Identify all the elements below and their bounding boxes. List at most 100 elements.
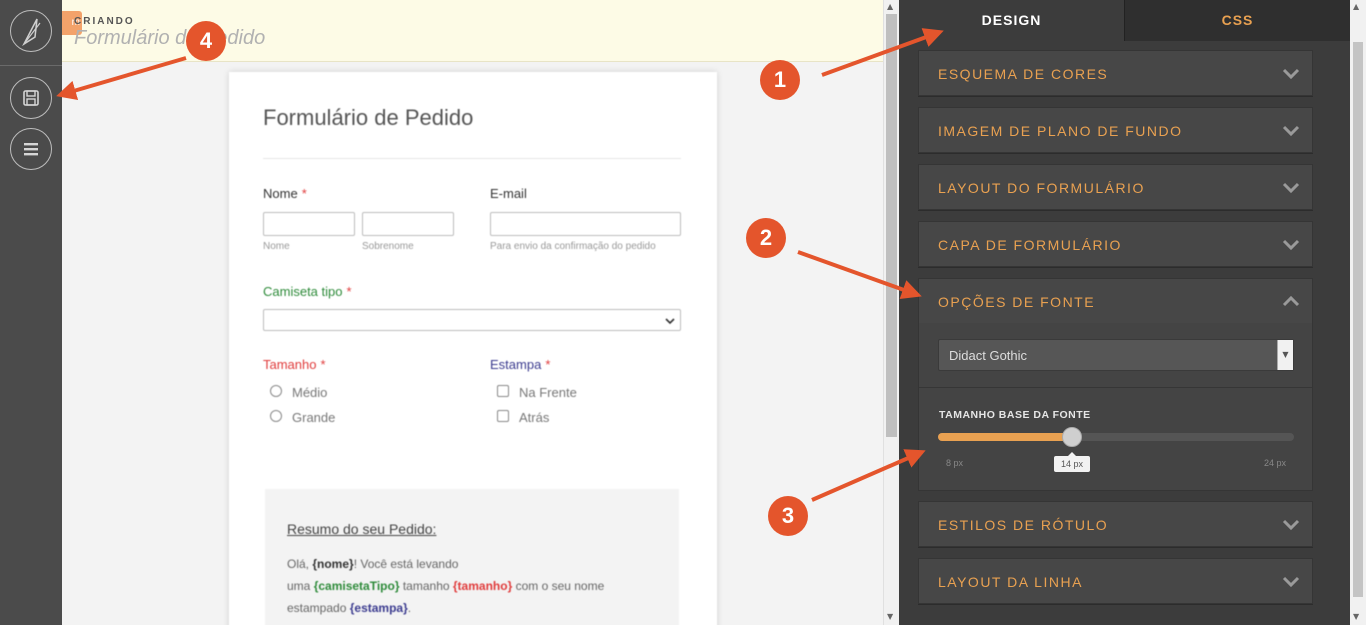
size-label-text: Tamanho xyxy=(263,357,317,372)
chevron-down-icon xyxy=(1282,182,1300,194)
menu-button[interactable] xyxy=(10,128,52,170)
print-label-text: Estampa xyxy=(490,357,542,372)
font-size-slider[interactable] xyxy=(938,427,1294,447)
section-font-options[interactable]: OPÇÕES DE FONTE xyxy=(918,278,1313,324)
summary-text: uma xyxy=(287,579,314,593)
panel-scrollbar-thumb[interactable] xyxy=(1353,42,1363,597)
section-line-layout[interactable]: LAYOUT DA LINHA xyxy=(918,558,1313,604)
summary-line-2: uma {camisetaTipo} tamanho {tamanho} com… xyxy=(287,579,604,593)
designer-panel: DESIGN CSS ESQUEMA DE CORES IMAGEM DE PL… xyxy=(899,0,1350,625)
font-size-label: TAMANHO BASE DA FONTE xyxy=(939,409,1091,421)
summary-token-shirt: {camisetaTipo} xyxy=(313,579,400,593)
shirt-type-label-text: Camiseta tipo xyxy=(263,284,343,299)
scroll-up-icon[interactable]: ▲ xyxy=(887,2,893,11)
email-label: E-mail xyxy=(490,186,527,201)
form-title-divider xyxy=(263,158,681,159)
section-label: LAYOUT DA LINHA xyxy=(938,574,1083,590)
size-option-medium: Médio xyxy=(292,385,328,400)
last-name-input[interactable] xyxy=(362,212,454,236)
size-radio-large[interactable] xyxy=(270,410,282,422)
left-toolbar xyxy=(0,0,62,625)
section-label: IMAGEM DE PLANO DE FUNDO xyxy=(938,123,1183,139)
section-color-scheme[interactable]: ESQUEMA DE CORES xyxy=(918,50,1313,96)
order-summary-box: Resumo do seu Pedido: Olá, {nome}! Você … xyxy=(265,489,679,625)
section-form-layout[interactable]: LAYOUT DO FORMULÁRIO xyxy=(918,164,1313,210)
header-status-label: CRIANDO xyxy=(74,16,135,27)
section-form-cover[interactable]: CAPA DE FORMULÁRIO xyxy=(918,221,1313,267)
chevron-down-icon xyxy=(1282,576,1300,588)
chevron-down-icon xyxy=(1282,125,1300,137)
summary-text: tamanho xyxy=(399,579,453,593)
select-arrow-icon[interactable]: ▼ xyxy=(1277,340,1293,370)
panel-scrollbar[interactable]: ▲ ▼ xyxy=(1350,0,1366,625)
section-label: OPÇÕES DE FONTE xyxy=(938,294,1096,310)
name-label: Nome * xyxy=(263,186,307,201)
annotation-badge-3: 3 xyxy=(768,496,808,536)
chevron-down-icon xyxy=(1282,519,1300,531)
save-button[interactable] xyxy=(10,77,52,119)
summary-text: estampado xyxy=(287,601,350,615)
form-title[interactable]: Formulário de Pedido xyxy=(263,105,473,131)
summary-token-size: {tamanho} xyxy=(452,579,513,593)
size-option-large: Grande xyxy=(292,410,336,425)
toolbar-divider xyxy=(0,65,62,66)
section-label: LAYOUT DO FORMULÁRIO xyxy=(938,180,1145,196)
tab-design[interactable]: DESIGN xyxy=(899,0,1124,41)
preview-scrollbar[interactable]: ▲ ▼ xyxy=(883,0,899,625)
first-name-input[interactable] xyxy=(263,212,355,236)
chevron-down-icon xyxy=(1282,68,1300,80)
pencil-logo-icon xyxy=(22,18,41,47)
shirt-type-select[interactable] xyxy=(263,309,681,331)
section-background-image[interactable]: IMAGEM DE PLANO DE FUNDO xyxy=(918,107,1313,153)
scroll-down-icon[interactable]: ▼ xyxy=(1353,612,1359,621)
section-label: CAPA DE FORMULÁRIO xyxy=(938,237,1122,253)
summary-text: ! Você está levando xyxy=(353,557,459,571)
font-options-body: Didact Gothic ▼ TAMANHO BASE DA FONTE 8 … xyxy=(918,323,1313,491)
summary-token-name: {nome} xyxy=(312,557,354,571)
section-label-styles[interactable]: ESTILOS DE RÓTULO xyxy=(918,501,1313,547)
section-label: ESTILOS DE RÓTULO xyxy=(938,517,1109,533)
app-logo xyxy=(10,10,52,52)
first-name-sublabel: Nome xyxy=(263,241,290,252)
summary-line-1: Olá, {nome}! Você está levando xyxy=(287,557,458,571)
shirt-type-label: Camiseta tipo * xyxy=(263,284,352,299)
scroll-up-icon[interactable]: ▲ xyxy=(1353,2,1359,11)
summary-line-3: estampado {estampa}. xyxy=(287,601,411,615)
font-family-select[interactable]: Didact Gothic ▼ xyxy=(938,339,1294,371)
size-radio-medium[interactable] xyxy=(270,385,282,397)
print-option-back: Atrás xyxy=(519,410,550,425)
print-checkbox-back[interactable] xyxy=(497,410,509,422)
font-size-tooltip: 14 px xyxy=(1054,452,1090,472)
chevron-down-icon xyxy=(1282,239,1300,251)
summary-text: . xyxy=(407,601,412,615)
preview-scrollbar-thumb[interactable] xyxy=(886,14,897,437)
annotation-badge-2: 2 xyxy=(746,218,786,258)
font-size-max-label: 24 px xyxy=(1264,458,1287,468)
summary-token-print: {estampa} xyxy=(349,601,408,615)
scroll-down-icon[interactable]: ▼ xyxy=(887,612,893,621)
size-label: Tamanho * xyxy=(263,357,326,372)
form-card: Formulário de Pedido Nome * Nome Sobrenom… xyxy=(229,72,717,625)
summary-title: Resumo do seu Pedido: xyxy=(287,521,437,537)
annotation-badge-1: 1 xyxy=(760,60,800,100)
email-input[interactable] xyxy=(490,212,681,236)
font-options-divider xyxy=(919,387,1312,388)
font-size-min-label: 8 px xyxy=(946,458,964,468)
name-label-text: Nome xyxy=(263,186,298,201)
chevron-up-icon xyxy=(1282,295,1300,307)
email-sublabel: Para envio da confirmação do pedido xyxy=(490,241,656,252)
required-mark: * xyxy=(301,186,307,201)
editor-header: m CRIANDO Formulário de Pedido xyxy=(62,0,883,62)
annotation-badge-4: 4 xyxy=(186,21,226,61)
font-size-slider-handle[interactable] xyxy=(1062,427,1082,447)
summary-text: com o seu nome xyxy=(512,579,605,593)
font-family-value: Didact Gothic xyxy=(949,348,1028,363)
tab-css[interactable]: CSS xyxy=(1124,0,1350,41)
print-label: Estampa * xyxy=(490,357,550,372)
required-mark: * xyxy=(320,357,326,372)
summary-text: Olá, xyxy=(287,557,313,571)
form-name-title[interactable]: Formulário de Pedido xyxy=(74,27,265,50)
form-preview-area: m CRIANDO Formulário de Pedido Formulári… xyxy=(62,0,883,625)
hamburger-menu-icon xyxy=(24,143,38,156)
print-checkbox-front[interactable] xyxy=(497,385,509,397)
